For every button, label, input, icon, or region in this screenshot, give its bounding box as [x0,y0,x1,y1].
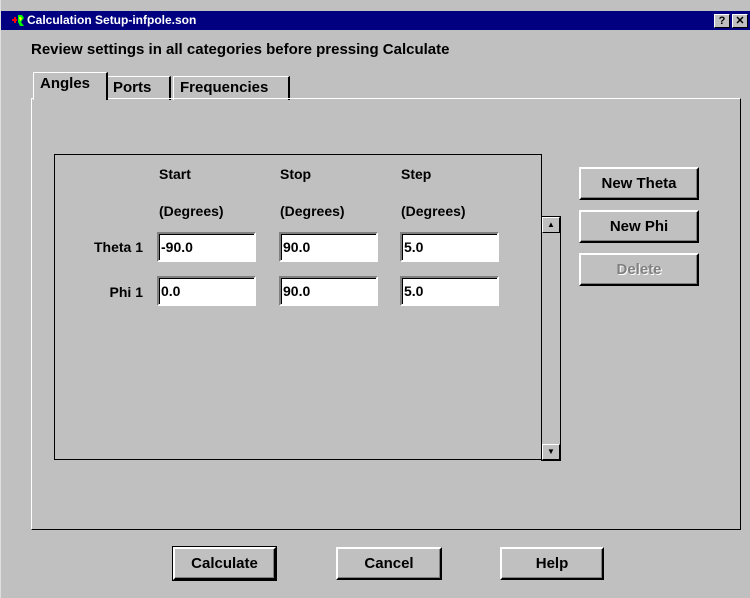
phi-step-field[interactable] [400,276,499,306]
vertical-scrollbar[interactable]: ▲ ▼ [541,216,561,461]
column-header-start: Start [159,166,191,182]
scroll-up-button[interactable]: ▲ [542,217,560,233]
tab-ports[interactable]: Ports [106,76,171,100]
theta-step-field[interactable] [400,232,499,262]
tab-ports-label: Ports [113,79,152,96]
scroll-down-button[interactable]: ▼ [542,444,560,460]
instruction-text: Review settings in all categories before… [31,41,450,58]
column-header-step: Step [401,166,432,182]
column-header-stop: Stop [280,166,312,182]
app-icon [12,14,26,27]
tab-frequencies[interactable]: Frequencies [173,76,290,100]
arrow-up-icon: ▲ [547,220,555,229]
column-unit-step: (Degrees) [401,203,466,219]
phi-start-field[interactable] [157,276,256,306]
window-title: Calculation Setup-infpole.son [27,13,197,27]
calculate-button[interactable]: Calculate [172,546,277,581]
calculation-setup-dialog: Calculation Setup-infpole.son ? ✕ Review… [0,0,750,598]
theta-stop-field[interactable] [279,232,378,262]
new-phi-button[interactable]: New Phi [579,210,699,243]
column-unit-stop: (Degrees) [280,203,345,219]
phi-stop-field[interactable] [279,276,378,306]
title-bar[interactable]: Calculation Setup-infpole.son ? ✕ [1,11,750,30]
tab-angles[interactable]: Angles [33,72,108,100]
cancel-button[interactable]: Cancel [336,547,442,580]
help-button[interactable]: Help [500,547,604,580]
tab-frequencies-label: Frequencies [180,79,269,96]
close-icon: ✕ [735,15,745,27]
help-title-button[interactable]: ? [714,14,730,28]
row-label-theta: Theta 1 [93,239,143,255]
theta-start-field[interactable] [157,232,256,262]
row-label-phi: Phi 1 [109,284,143,300]
delete-button[interactable]: Delete [579,253,699,286]
column-unit-start: (Degrees) [159,203,224,219]
close-button[interactable]: ✕ [732,14,748,28]
angles-table-frame [54,154,542,460]
tab-angles-label: Angles [40,75,91,92]
arrow-down-icon: ▼ [547,447,555,456]
new-theta-button[interactable]: New Theta [579,167,699,200]
